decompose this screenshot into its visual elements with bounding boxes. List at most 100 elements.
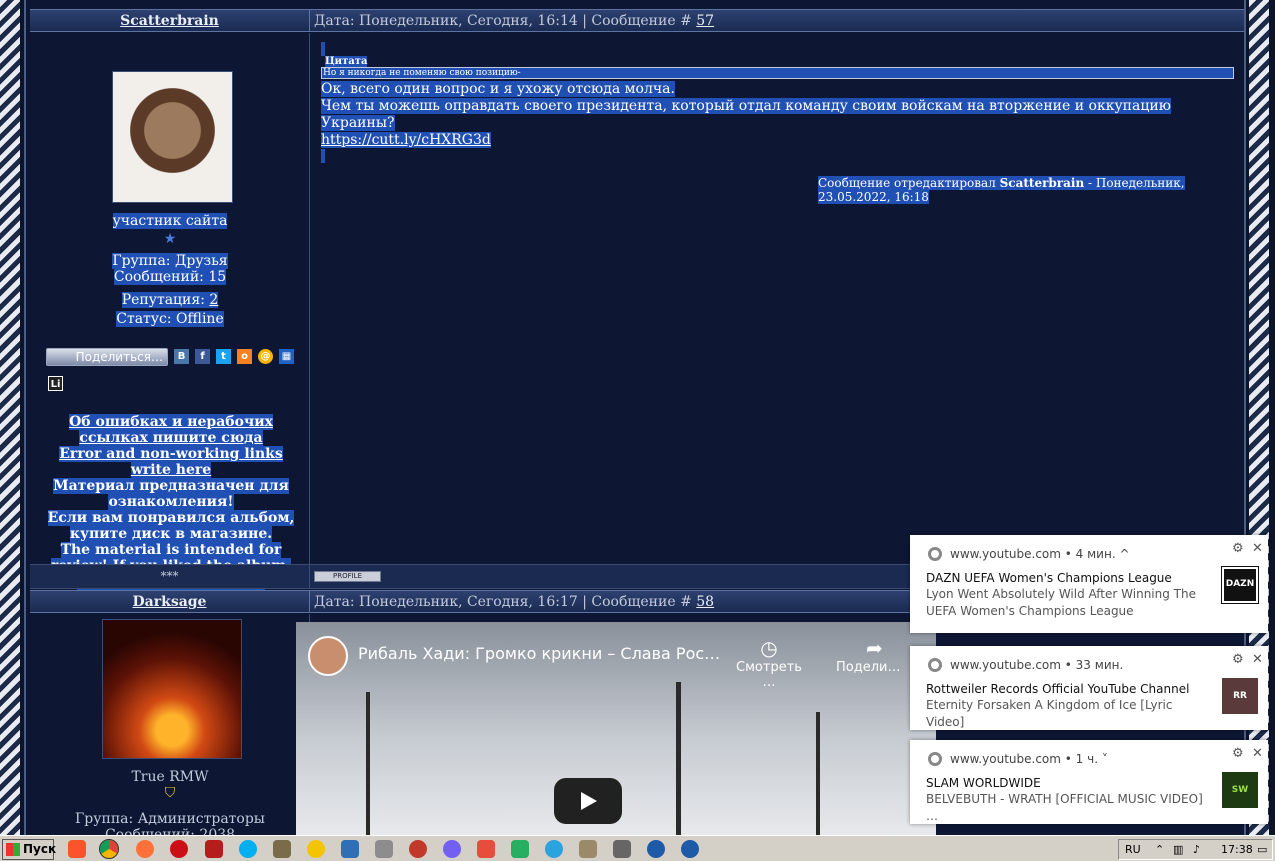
notification-title: SLAM WORLDWIDE (926, 776, 1041, 790)
telegram-icon[interactable] (545, 840, 563, 858)
chrome-icon (928, 658, 942, 672)
reputation-link[interactable]: 2 (209, 292, 218, 308)
video-title[interactable]: Рибаль Хади: Громко крикни – Слава Рос… (358, 644, 720, 663)
notepad-icon[interactable] (375, 840, 393, 858)
chrome-icon (928, 547, 942, 561)
left-border-stripe (0, 0, 20, 835)
app-icon[interactable] (511, 840, 529, 858)
footer-stars: *** (30, 565, 310, 588)
show-desktop-icon[interactable]: ▭ (1257, 840, 1267, 859)
liveinternet-icon[interactable]: Li (48, 376, 63, 391)
user-rank: участник сайта (112, 213, 228, 229)
edited-note: Сообщение отредактировал Scatterbrain - … (818, 176, 1185, 204)
quote-box: Но я никогда не поменяю свою позицию- (321, 67, 1234, 79)
livejournal-icon[interactable]: ▦ (279, 349, 294, 364)
user-messages: Сообщений: 2038 (104, 827, 236, 835)
user-group: Группа: Друзья (112, 253, 228, 269)
close-icon[interactable]: ✕ (1252, 652, 1263, 667)
viber-icon[interactable] (443, 840, 461, 858)
brave-icon[interactable] (68, 840, 86, 858)
app-icon[interactable] (307, 840, 325, 858)
star-icon: ★ (163, 231, 177, 247)
notification-source: www.youtube.com • 1 ч. ˅ (950, 752, 1108, 766)
user-info-column: участник сайта ★ Группа: Друзья Сообщени… (30, 33, 310, 590)
filezilla-icon[interactable] (205, 840, 223, 858)
skype-icon[interactable] (239, 840, 257, 858)
app-icon[interactable] (477, 840, 495, 858)
post-date: Дата: Понедельник, Сегодня, 16:17 | Сооб… (314, 594, 697, 610)
app-icon[interactable] (273, 840, 291, 858)
app-icon[interactable] (341, 840, 359, 858)
gear-icon[interactable]: ⚙ (1232, 652, 1244, 667)
language-indicator[interactable]: RU (1125, 840, 1141, 859)
post-meta: Дата: Понедельник, Сегодня, 16:17 | Сооб… (314, 591, 714, 612)
vk-icon[interactable]: В (174, 349, 189, 364)
watch-later-button[interactable]: ◷ Смотреть … (734, 636, 804, 690)
play-button[interactable] (554, 778, 622, 824)
user-avatar (112, 71, 233, 203)
post-username-link[interactable]: Scatterbrain (30, 10, 310, 31)
notification-body: BELVEBUTH - WRATH [OFFICIAL MUSIC VIDEO]… (926, 792, 1203, 823)
firefox-icon[interactable] (136, 840, 154, 858)
notification-card[interactable]: www.youtube.com • 4 мин. ^ ⚙ ✕ DAZN UEFA… (910, 535, 1268, 633)
post-number-link[interactable]: 57 (696, 13, 714, 29)
tray-expand-icon[interactable]: ⌃ (1155, 840, 1164, 859)
notification-body: Eternity Forsaken A Kingdom of Ice [Lyri… (926, 698, 1173, 729)
app-icon[interactable] (613, 840, 631, 858)
video-share-button[interactable]: ➦ Подели… (836, 636, 900, 675)
post-date: Дата: Понедельник, Сегодня, 16:14 | Сооб… (314, 13, 697, 29)
opera-icon[interactable] (170, 840, 188, 858)
share-button[interactable]: Поделиться… (46, 348, 168, 366)
post-line-1: Ок, всего один вопрос и я ухожу отсюда м… (321, 81, 675, 97)
edited-user: Scatterbrain (999, 176, 1085, 190)
gear-icon[interactable]: ⚙ (1232, 746, 1244, 761)
taskbar: Пуск RU ⌃ ▥ ♪ 17:38 ▭ (0, 835, 1275, 861)
notification-body: Lyon Went Absolutely Wild After Winning … (926, 587, 1196, 618)
notification-title: DAZN UEFA Women's Champions League (926, 571, 1172, 585)
close-icon[interactable]: ✕ (1252, 746, 1263, 761)
system-tray: RU ⌃ ▥ ♪ 17:38 ▭ (1118, 839, 1273, 860)
user-rank: True RMW (131, 769, 209, 785)
app-icon[interactable] (579, 840, 597, 858)
notification-thumbnail: SW (1222, 772, 1258, 808)
user-status: Статус: Offline (116, 311, 224, 327)
post-body: Цитата Но я никогда не поменяю свою пози… (321, 42, 1236, 163)
quote-label: Цитата (325, 56, 368, 67)
post-header: Scatterbrain Дата: Понедельник, Сегодня,… (30, 9, 1244, 32)
mailru-icon[interactable]: @ (258, 349, 273, 364)
notification-thumbnail: DAZN (1221, 566, 1259, 604)
close-icon[interactable]: ✕ (1252, 541, 1263, 556)
notification-card[interactable]: www.youtube.com • 1 ч. ˅ ⚙ ✕ SLAM WORLDW… (910, 740, 1268, 824)
channel-avatar[interactable] (308, 636, 348, 676)
user-avatar (102, 619, 242, 759)
post-number-link[interactable]: 58 (696, 594, 714, 610)
app-icon[interactable] (681, 840, 699, 858)
share-arrow-icon: ➦ (866, 636, 883, 660)
error-report-link[interactable]: Об ошибках и нерабочих ссылках пишите сю… (59, 414, 283, 478)
reputation-label: Репутация: (121, 292, 210, 308)
badge-icon: ⛉ (164, 785, 176, 801)
app-icon[interactable] (647, 840, 665, 858)
clock[interactable]: 17:38 (1221, 840, 1253, 859)
profile-button[interactable]: PROFILE (314, 571, 381, 582)
user-group: Группа: Администраторы (75, 811, 265, 827)
odnoklassniki-icon[interactable]: o (237, 349, 252, 364)
post-link[interactable]: https://cutt.ly/cHXRG3d (321, 132, 491, 148)
volume-icon[interactable]: ♪ (1193, 840, 1200, 859)
notification-title: Rottweiler Records Official YouTube Chan… (926, 682, 1190, 696)
user-messages: Сообщений: 15 (113, 269, 227, 285)
notification-thumbnail: RR (1222, 678, 1258, 714)
post-line-2: Чем ты можешь оправдать своего президент… (321, 98, 1171, 131)
post-username-link[interactable]: Darksage (30, 591, 310, 612)
app-icon[interactable] (409, 840, 427, 858)
network-icon[interactable]: ▥ (1173, 840, 1183, 859)
clock-icon: ◷ (760, 636, 778, 660)
notification-source: www.youtube.com • 33 мин. (950, 658, 1124, 672)
facebook-icon[interactable]: f (195, 349, 210, 364)
gear-icon[interactable]: ⚙ (1232, 541, 1244, 556)
twitter-icon[interactable]: t (216, 349, 231, 364)
notification-card[interactable]: www.youtube.com • 33 мин. ⚙ ✕ Rottweiler… (910, 646, 1268, 730)
start-button[interactable]: Пуск (2, 839, 56, 860)
youtube-embed[interactable]: Рибаль Хади: Громко крикни – Слава Рос… … (296, 622, 936, 835)
chrome-icon[interactable] (99, 839, 119, 859)
